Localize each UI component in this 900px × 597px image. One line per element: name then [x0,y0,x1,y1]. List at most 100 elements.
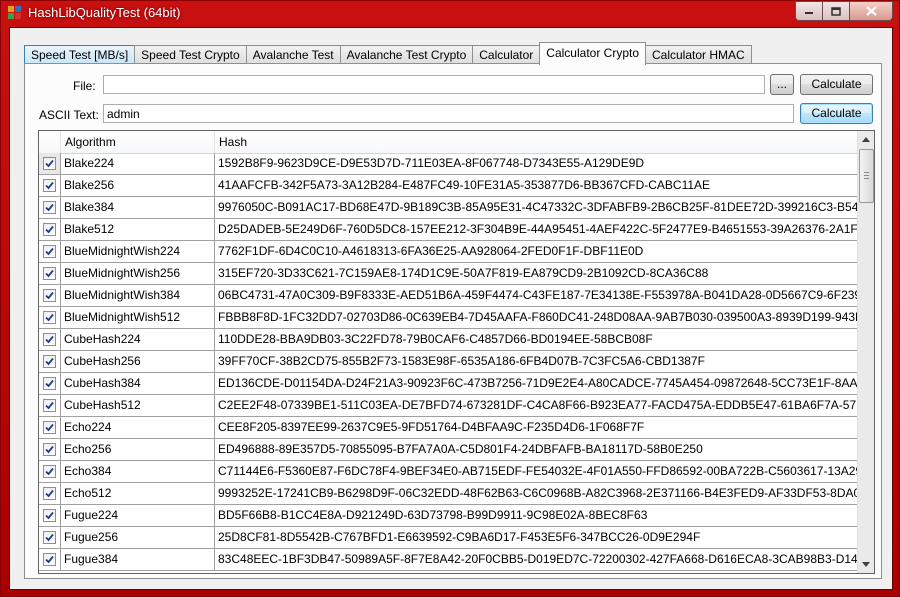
row-checkbox[interactable] [43,487,56,500]
row-checkbox[interactable] [43,311,56,324]
hash-cell[interactable]: 06BC4731-47A0C309-B9F8333E-AED51B6A-459F… [215,285,858,307]
hash-cell[interactable]: CEE8F205-8397EE99-2637C9E5-9FD51764-D4BF… [215,417,858,439]
row-select-cell[interactable] [39,263,61,285]
algorithm-cell[interactable]: Blake512 [61,219,215,241]
row-checkbox[interactable] [43,531,56,544]
ascii-text-input[interactable]: admin [103,104,794,123]
row-checkbox[interactable] [43,201,56,214]
table-row[interactable]: CubeHash256 39FF70CF-38B2CD75-855B2F73-15… [39,351,871,373]
hash-cell[interactable]: 9993252E-17241CB9-B6298D9F-06C32EDD-48F6… [215,483,858,505]
row-select-cell[interactable] [39,373,61,395]
algorithm-cell[interactable]: CubeHash224 [61,329,215,351]
hash-cell[interactable]: 1592B8F9-9623D9CE-D9E53D7D-711E03EA-8F06… [215,153,858,175]
row-checkbox[interactable] [43,509,56,522]
table-row[interactable]: Echo384 C71144E6-F5360E87-F6DC78F4-9BEF34… [39,461,871,483]
table-row[interactable]: CubeHash512 C2EE2F48-07339BE1-511C03EA-DE… [39,395,871,417]
row-checkbox[interactable] [43,157,56,170]
row-select-cell[interactable] [39,197,61,219]
table-row[interactable]: CubeHash224 110DDE28-BBA9DB03-3C22FD78-79… [39,329,871,351]
row-checkbox[interactable] [43,179,56,192]
title-bar[interactable]: HashLibQualityTest (64bit) [1,1,899,27]
algorithm-cell[interactable]: Echo224 [61,417,215,439]
table-row[interactable]: Fugue384 83C48EEC-1BF3DB47-50989A5F-8F7E8… [39,549,871,571]
tab-calculator[interactable]: Calculator [472,45,541,65]
row-select-cell[interactable] [39,483,61,505]
table-row[interactable]: Fugue256 25D8CF81-8D5542B-C767BFD1-E66395… [39,527,871,549]
row-select-cell[interactable] [39,351,61,373]
algorithm-cell[interactable]: Fugue224 [61,505,215,527]
header-hash[interactable]: Hash [215,131,858,153]
scroll-up-button[interactable] [858,131,874,148]
row-checkbox[interactable] [43,553,56,566]
row-checkbox[interactable] [43,421,56,434]
tab-calculator-crypto[interactable]: Calculator Crypto [539,42,646,65]
algorithm-cell[interactable]: Echo384 [61,461,215,483]
row-select-cell[interactable] [39,241,61,263]
close-button[interactable] [849,1,893,21]
row-select-cell[interactable] [39,285,61,307]
row-select-cell[interactable] [39,549,61,571]
hash-cell[interactable]: ED496888-89E357D5-70855095-B7FA7A0A-C5D8… [215,439,858,461]
row-checkbox[interactable] [43,465,56,478]
algorithm-cell[interactable]: BlueMidnightWish224 [61,241,215,263]
tab-avalanche-test[interactable]: Avalanche Test [245,45,341,65]
header-algorithm[interactable]: Algorithm [61,131,215,153]
row-select-cell[interactable] [39,505,61,527]
table-row[interactable]: Blake512 D25DADEB-5E249D6F-760D5DC8-157EE… [39,219,871,241]
hash-cell[interactable]: 83C48EEC-1BF3DB47-50989A5F-8F7E8A42-20F0… [215,549,858,571]
table-row[interactable]: Blake384 9976050C-B091AC17-BD68E47D-9B189… [39,197,871,219]
table-row[interactable]: Echo256 ED496888-89E357D5-70855095-B7FA7A… [39,439,871,461]
hash-cell[interactable]: FBBB8F8D-1FC32DD7-02703D86-0C639EB4-7D45… [215,307,858,329]
tab-speed-test[interactable]: Speed Test [MB/s] [24,45,136,65]
hash-cell[interactable]: 7762F1DF-6D4C0C10-A4618313-6FA36E25-AA92… [215,241,858,263]
header-check-column[interactable] [39,131,61,153]
row-select-cell[interactable] [39,329,61,351]
table-row[interactable]: Fugue224 BD5F66B8-B1CC4E8A-D921249D-63D73… [39,505,871,527]
algorithm-cell[interactable]: CubeHash384 [61,373,215,395]
hash-cell[interactable]: C2EE2F48-07339BE1-511C03EA-DE7BFD74-6732… [215,395,858,417]
algorithm-cell[interactable]: Blake384 [61,197,215,219]
hash-cell[interactable]: BD5F66B8-B1CC4E8A-D921249D-63D73798-B99D… [215,505,858,527]
browse-button[interactable]: ... [770,74,794,95]
row-select-cell[interactable] [39,461,61,483]
tab-speed-test-crypto[interactable]: Speed Test Crypto [134,45,247,65]
tab-calculator-hmac[interactable]: Calculator HMAC [645,45,752,65]
row-select-cell[interactable] [39,307,61,329]
table-row[interactable]: BlueMidnightWish256 315EF720-3D33C621-7C1… [39,263,871,285]
hash-cell[interactable]: C71144E6-F5360E87-F6DC78F4-9BEF34E0-AB71… [215,461,858,483]
maximize-button[interactable] [822,1,849,21]
algorithm-cell[interactable]: BlueMidnightWish512 [61,307,215,329]
row-select-cell[interactable] [39,439,61,461]
hash-cell[interactable]: ED136CDE-D01154DA-D24F21A3-90923F6C-473B… [215,373,858,395]
table-row[interactable]: BlueMidnightWish512 FBBB8F8D-1FC32DD7-027… [39,307,871,329]
row-checkbox[interactable] [43,443,56,456]
row-checkbox[interactable] [43,223,56,236]
table-row[interactable]: Blake256 41AAFCFB-342F5A73-3A12B284-E487F… [39,175,871,197]
table-row[interactable]: Echo512 9993252E-17241CB9-B6298D9F-06C32E… [39,483,871,505]
row-checkbox[interactable] [43,377,56,390]
algorithm-cell[interactable]: Echo512 [61,483,215,505]
algorithm-cell[interactable]: CubeHash256 [61,351,215,373]
algorithm-cell[interactable]: Echo256 [61,439,215,461]
hash-cell[interactable]: D25DADEB-5E249D6F-760D5DC8-157EE212-3F30… [215,219,858,241]
tab-avalanche-test-crypto[interactable]: Avalanche Test Crypto [339,45,474,65]
hash-cell[interactable]: 39FF70CF-38B2CD75-855B2F73-1583E98F-6535… [215,351,858,373]
row-select-cell[interactable] [39,175,61,197]
scroll-thumb[interactable] [859,149,874,203]
hash-cell[interactable]: 41AAFCFB-342F5A73-3A12B284-E487FC49-10FE… [215,175,858,197]
algorithm-cell[interactable]: Fugue384 [61,549,215,571]
vertical-scrollbar[interactable] [857,131,874,573]
table-row[interactable]: Blake224 1592B8F9-9623D9CE-D9E53D7D-711E0… [39,153,871,175]
row-checkbox[interactable] [43,355,56,368]
table-row[interactable]: BlueMidnightWish384 06BC4731-47A0C309-B9F… [39,285,871,307]
row-checkbox[interactable] [43,289,56,302]
row-checkbox[interactable] [43,245,56,258]
row-select-cell[interactable] [39,219,61,241]
minimize-button[interactable] [795,1,822,21]
row-checkbox[interactable] [43,267,56,280]
calculate-file-button[interactable]: Calculate [800,74,873,95]
table-row[interactable]: CubeHash384 ED136CDE-D01154DA-D24F21A3-90… [39,373,871,395]
algorithm-cell[interactable]: Fugue256 [61,527,215,549]
row-checkbox[interactable] [43,333,56,346]
row-select-cell[interactable] [39,527,61,549]
